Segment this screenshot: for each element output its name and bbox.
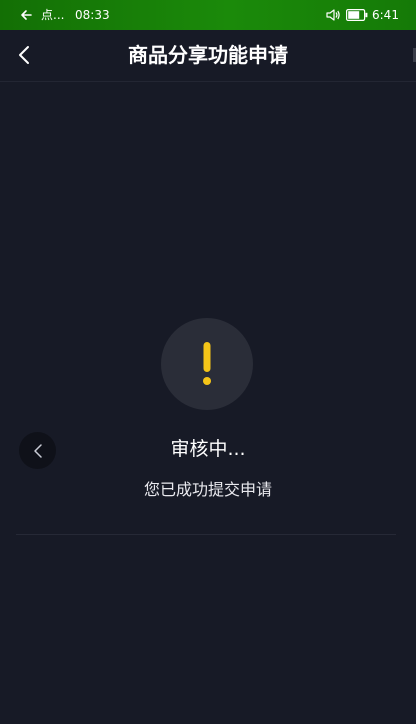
status-bar: 点... 08:33 6:41 [0, 0, 416, 30]
nav-bar: 商品分享功能申请 [0, 30, 416, 82]
back-button[interactable] [10, 40, 40, 70]
review-status-title: 审核中... [170, 438, 246, 460]
back-arrow-icon[interactable] [18, 7, 34, 23]
chevron-left-icon [19, 46, 29, 64]
divider [16, 534, 396, 535]
volume-icon [326, 9, 340, 21]
status-time: 08:33 [75, 8, 110, 22]
status-clock: 6:41 [372, 8, 399, 22]
page-title: 商品分享功能申请 [128, 43, 288, 67]
app-screen: 点... 08:33 6:41 商品分享功能申请 审核中... 您已成功提交申请 [0, 0, 416, 724]
review-status-message: 您已成功提交申请 [143, 480, 272, 499]
exclamation-icon [203, 342, 211, 385]
status-icon-circle [161, 318, 253, 410]
status-app-label: 点... [41, 8, 65, 22]
battery-icon [346, 9, 368, 21]
